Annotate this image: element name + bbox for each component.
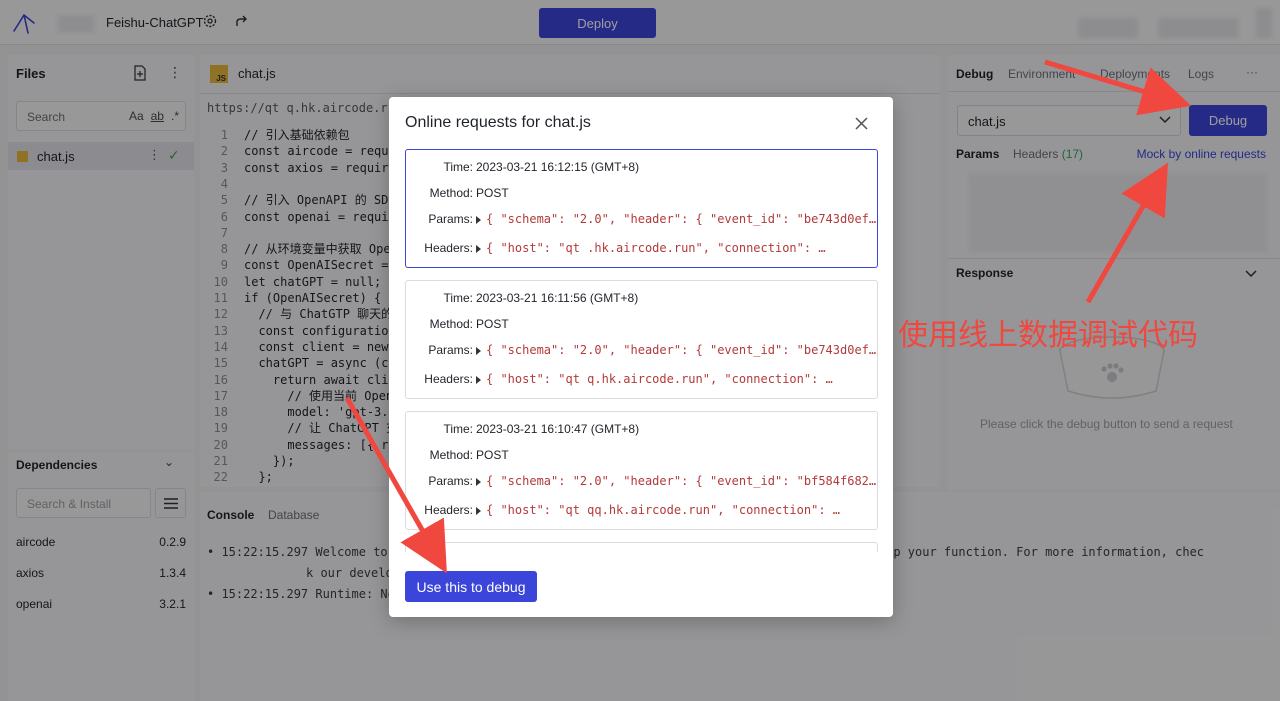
request-headers-value[interactable]: { "host": "qt q.hk.aircode.run", "connec… — [476, 372, 833, 386]
request-headers-json: { "host": "qt q.hk.aircode.run", "connec… — [486, 372, 833, 386]
expand-triangle-icon[interactable] — [476, 375, 481, 384]
request-params-json: { "schema": "2.0", "header": { "event_id… — [486, 212, 877, 226]
request-headers-label: Headers: — [424, 241, 473, 255]
request-headers-label: Headers: — [424, 372, 473, 386]
use-this-to-debug-button[interactable]: Use this to debug — [405, 571, 537, 602]
request-method-label: Method: — [429, 186, 473, 200]
request-params-json: { "schema": "2.0", "header": { "event_id… — [486, 474, 877, 488]
request-time-label: Time: — [443, 422, 473, 436]
request-time-label: Time: — [443, 160, 473, 174]
request-card[interactable]: Time: 2023-03-21 16:12:15 (GMT+8) Method: P… — [405, 149, 878, 268]
expand-triangle-icon[interactable] — [476, 506, 481, 515]
annotation-text: 使用线上数据调试代码 — [898, 318, 1198, 353]
request-method-value: POST — [476, 186, 509, 200]
request-params-value[interactable]: { "schema": "2.0", "header": { "event_id… — [476, 212, 876, 226]
expand-triangle-icon[interactable] — [476, 346, 481, 355]
request-params-label: Params: — [428, 212, 473, 226]
request-params-json: { "schema": "2.0", "header": { "event_id… — [486, 343, 877, 357]
request-headers-value[interactable]: { "host": "qt .hk.aircode.run", "connect… — [476, 241, 826, 255]
request-params-label: Params: — [428, 474, 473, 488]
close-icon[interactable] — [855, 117, 868, 130]
request-time-label: Time: — [443, 291, 473, 305]
request-headers-value[interactable]: { "host": "qt qq.hk.aircode.run", "conne… — [476, 503, 840, 517]
expand-triangle-icon[interactable] — [476, 477, 481, 486]
request-card[interactable]: Time: 2023-03-21 16:11:56 (GMT+8) Method: P… — [405, 280, 878, 399]
request-time-value: 2023-03-21 16:11:56 (GMT+8) — [476, 291, 639, 305]
request-method-label: Method: — [429, 448, 473, 462]
request-card[interactable] — [405, 542, 878, 552]
request-headers-label: Headers: — [424, 503, 473, 517]
request-method-label: Method: — [429, 317, 473, 331]
expand-triangle-icon[interactable] — [476, 215, 481, 224]
modal-title: Online requests for chat.js — [405, 114, 591, 131]
expand-triangle-icon[interactable] — [476, 244, 481, 253]
request-list: Time: 2023-03-21 16:12:15 (GMT+8) Method: P… — [405, 149, 878, 552]
request-params-value[interactable]: { "schema": "2.0", "header": { "event_id… — [476, 343, 876, 357]
request-time-value: 2023-03-21 16:12:15 (GMT+8) — [476, 160, 640, 174]
request-headers-json: { "host": "qt .hk.aircode.run", "connect… — [486, 241, 826, 255]
request-headers-json: { "host": "qt qq.hk.aircode.run", "conne… — [486, 503, 841, 517]
request-params-value[interactable]: { "schema": "2.0", "header": { "event_id… — [476, 474, 876, 488]
request-method-value: POST — [476, 317, 509, 331]
request-method-value: POST — [476, 448, 509, 462]
request-time-value: 2023-03-21 16:10:47 (GMT+8) — [476, 422, 640, 436]
request-params-label: Params: — [428, 343, 473, 357]
online-requests-modal: Online requests for chat.js Time: 2023-03… — [389, 97, 893, 617]
request-card[interactable]: Time: 2023-03-21 16:10:47 (GMT+8) Method: P… — [405, 411, 878, 530]
